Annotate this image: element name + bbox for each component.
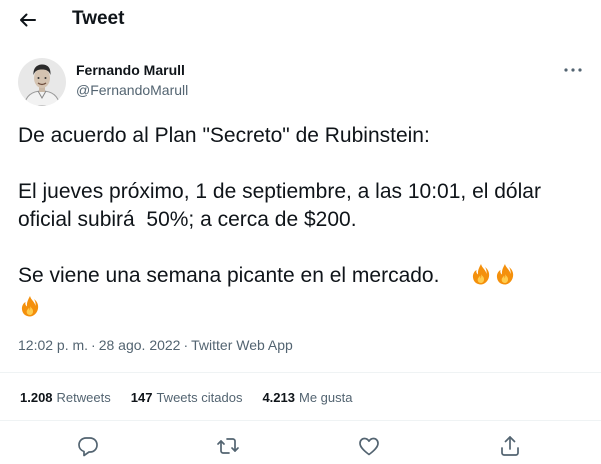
tweet-time-link[interactable]: 12:02 p. m. · 28 ago. 2022 xyxy=(18,337,180,353)
author-handle[interactable]: @FernandoMarull xyxy=(76,82,188,98)
tweet-stats: 1.208 Retweets 147 Tweets citados 4.213 Me … xyxy=(20,390,372,405)
profile-photo xyxy=(18,58,66,106)
retweet-icon xyxy=(217,438,239,454)
likes-stat[interactable]: 4.213 Me gusta xyxy=(262,390,352,405)
back-button[interactable] xyxy=(14,8,40,32)
divider xyxy=(0,372,601,373)
meta-separator: · xyxy=(183,337,189,353)
likes-label: Me gusta xyxy=(299,390,353,405)
retweet-button[interactable] xyxy=(216,434,240,458)
tweet-line-3: Se viene una semana picante en el mercad… xyxy=(18,264,469,287)
author-name[interactable]: Fernando Marull xyxy=(76,62,185,78)
more-options-button[interactable] xyxy=(561,58,585,82)
likes-count: 4.213 xyxy=(262,390,295,405)
share-button[interactable] xyxy=(498,434,522,458)
quote-tweets-stat[interactable]: 147 Tweets citados xyxy=(131,390,243,405)
more-dots-icon xyxy=(564,68,582,72)
reply-button[interactable] xyxy=(76,434,100,458)
tweet-line-2a: El jueves próximo, 1 de septiembre, a la… xyxy=(18,180,541,203)
tweet-date: 28 ago. 2022 xyxy=(98,337,181,353)
page-title: Tweet xyxy=(72,8,125,29)
quotes-label: Tweets citados xyxy=(156,390,243,405)
quotes-count: 147 xyxy=(130,390,153,405)
tweet-source-link[interactable]: Twitter Web App xyxy=(191,337,293,353)
retweets-label: Retweets xyxy=(56,390,111,405)
arrow-left-icon xyxy=(20,13,36,27)
tweet-meta: 12:02 p. m. · 28 ago. 2022 · Twitter Web App xyxy=(18,337,293,353)
tweet-actions xyxy=(0,434,601,460)
tweet-line-1: De acuerdo al Plan "Secreto" de Rubinste… xyxy=(18,124,430,147)
reply-icon xyxy=(78,437,98,457)
meta-separator: · xyxy=(91,337,96,353)
retweets-count: 1.208 xyxy=(20,390,53,405)
avatar[interactable] xyxy=(18,58,66,106)
tweet-text: De acuerdo al Plan "Secreto" de Rubinste… xyxy=(18,122,578,326)
tweet-time: 12:02 p. m. xyxy=(18,337,89,353)
retweets-stat[interactable]: 1.208 Retweets xyxy=(20,390,111,405)
fire-icon xyxy=(493,262,517,294)
share-icon xyxy=(501,436,519,456)
fire-icon xyxy=(18,294,42,326)
tweet-line-2b: oficial subirá 50%; a cerca de $200. xyxy=(18,208,357,231)
tweet-header: Tweet xyxy=(0,0,601,41)
like-icon xyxy=(359,437,379,456)
fire-icon xyxy=(469,262,493,294)
tweet-line-3-wrap: Se viene una semana picante en el mercad… xyxy=(18,262,578,326)
divider xyxy=(0,420,601,421)
like-button[interactable] xyxy=(357,434,381,458)
